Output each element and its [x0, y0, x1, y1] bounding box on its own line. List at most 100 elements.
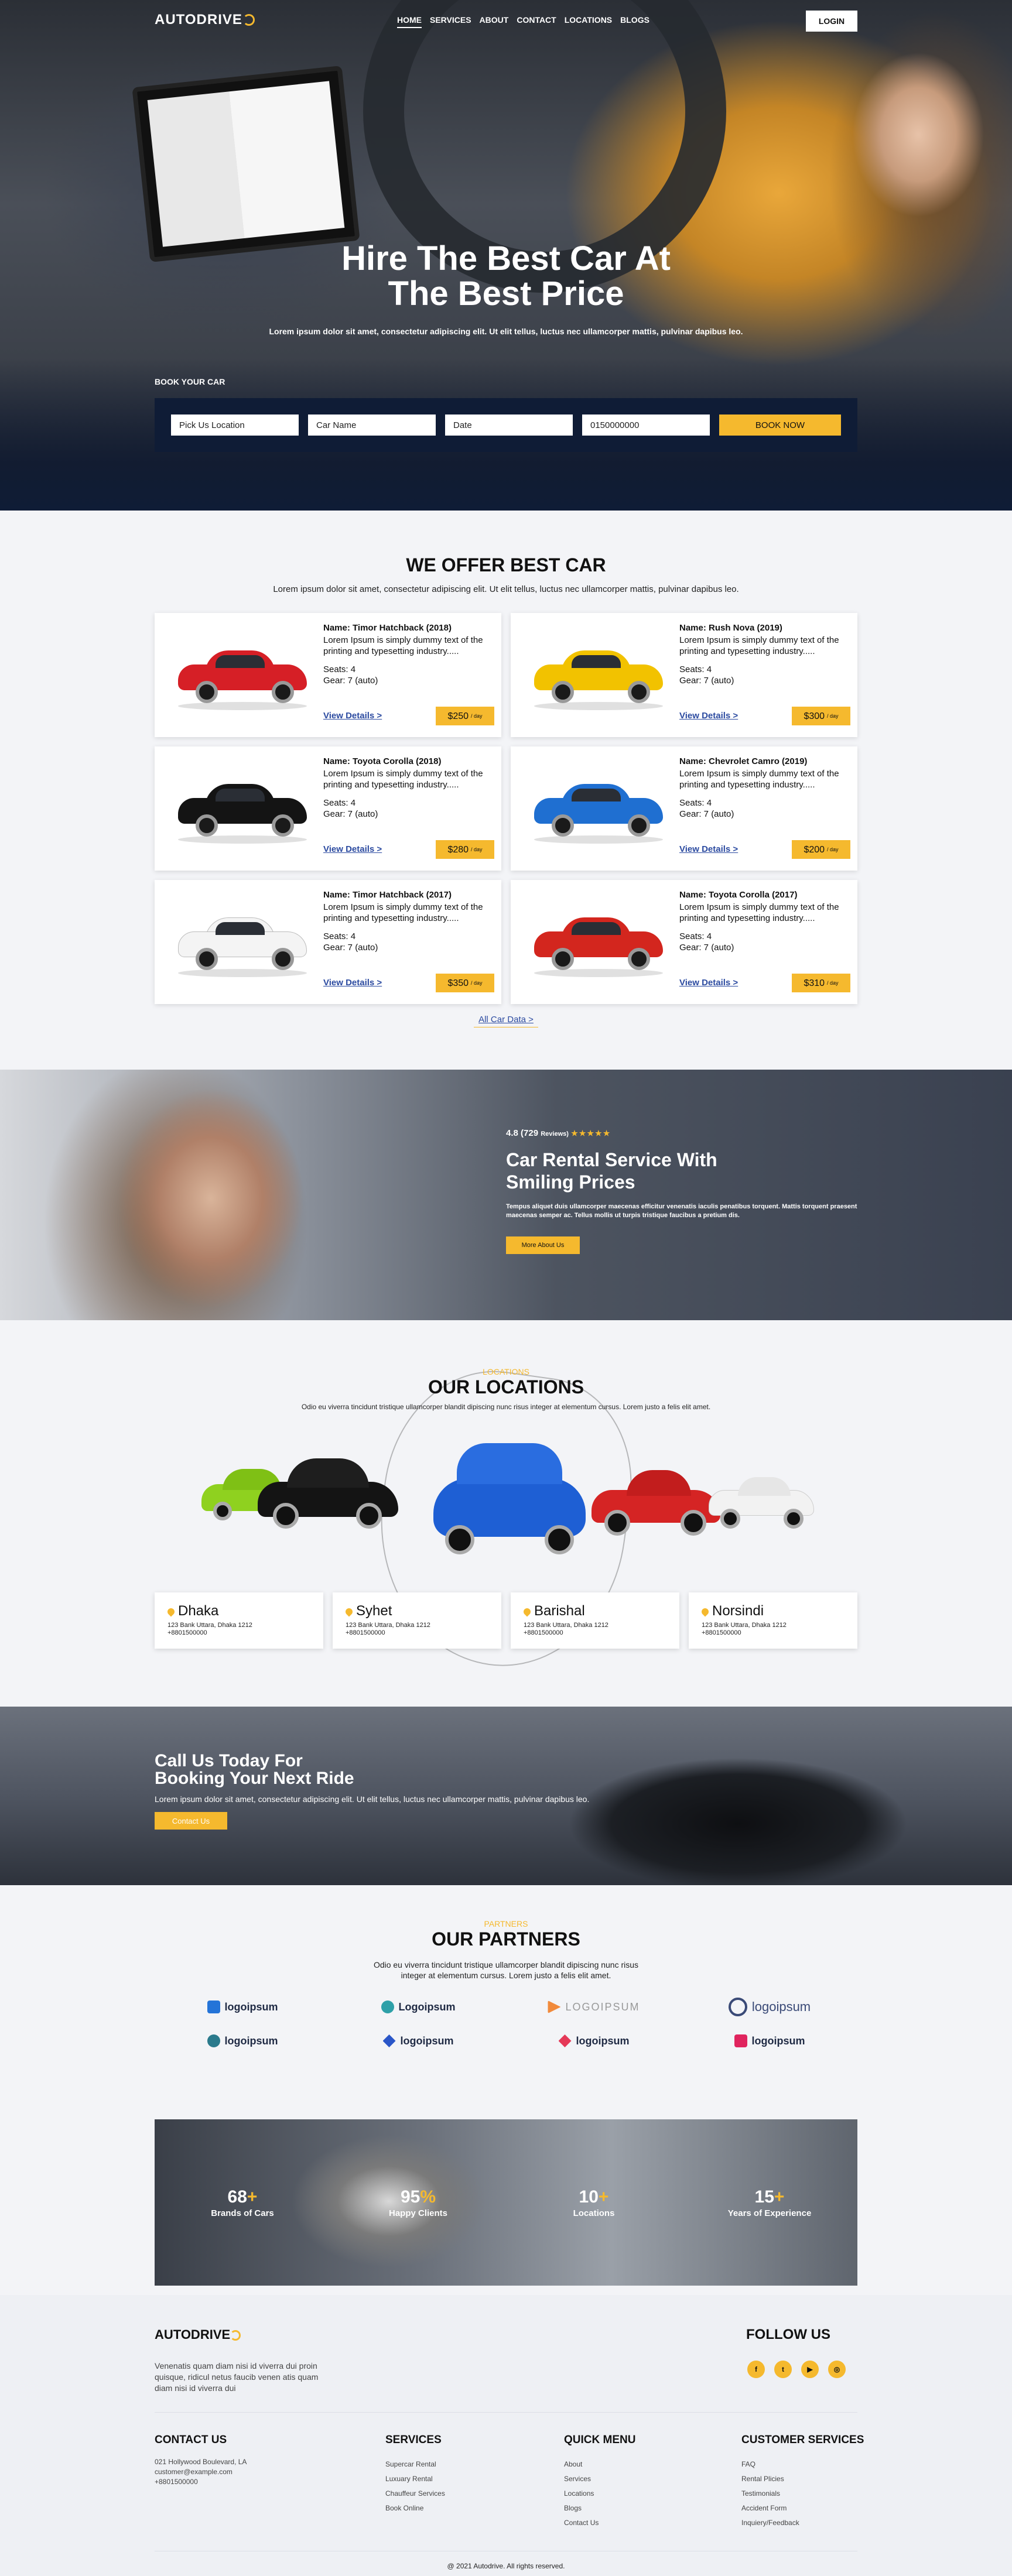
follow-title: FOLLOW US [746, 2327, 830, 2342]
location-pin-icon [344, 1606, 354, 1617]
locations-title: OUR LOCATIONS [428, 1376, 584, 1397]
instagram-icon[interactable]: ◎ [828, 2361, 846, 2378]
contact-address: 021 Hollywood Boulevard, LA [155, 2458, 247, 2466]
location-card[interactable]: Dhaka 123 Bank Uttara, Dhaka 1212 +8801500… [155, 1592, 323, 1649]
footer-link[interactable]: Rental Plicies [741, 2472, 864, 2486]
contact-phone[interactable]: +8801500000 [155, 2477, 247, 2487]
nav-about[interactable]: ABOUT [480, 15, 509, 28]
car-card[interactable]: Name: Toyota Corolla (2018) Lorem Ipsum i… [155, 746, 501, 871]
footer-link[interactable]: Testimonials [741, 2486, 864, 2501]
youtube-icon[interactable]: ▶ [801, 2361, 819, 2378]
all-car-data-link[interactable]: All Car Data > [474, 1015, 538, 1027]
car-info: Name: Toyota Corolla (2017) Lorem Ipsum i… [679, 880, 857, 1004]
view-details-link[interactable]: View Details > [679, 710, 738, 721]
partner-logo[interactable]: logoipsum [682, 1998, 857, 2016]
car-card[interactable]: Name: Timor Hatchback (2017) Lorem Ipsum … [155, 880, 501, 1004]
footer-link[interactable]: Chauffeur Services [385, 2486, 445, 2501]
view-details-link[interactable]: View Details > [323, 844, 382, 855]
location-city: Dhaka [166, 1603, 310, 1619]
partner-logo[interactable]: logoipsum [682, 2032, 857, 2050]
footer-link[interactable]: Inquiery/Feedback [741, 2516, 864, 2530]
nav-menu: HOME SERVICES ABOUT CONTACT LOCATIONS BL… [397, 15, 649, 28]
footer-logo[interactable]: AUTODRIVE [155, 2327, 241, 2342]
footer-link[interactable]: Accident Form [741, 2501, 864, 2516]
partner-logo[interactable]: logoipsum [155, 1998, 330, 2016]
location-phone: +8801500000 [702, 1629, 741, 1636]
contact-us-button[interactable]: Contact Us [155, 1812, 227, 1830]
call-title-line1: Call Us Today For [155, 1751, 303, 1770]
car-gear: Gear: 7 (auto) [323, 943, 378, 953]
stat-locations: 10+ Locations [573, 2187, 615, 2218]
partners-subtitle-line1: Odio eu viverra tincidunt tristique ulla… [373, 1960, 639, 1969]
site-logo[interactable]: AUTODRIVE [155, 12, 255, 28]
logo-d-icon [734, 2034, 747, 2047]
nav-services[interactable]: SERVICES [430, 15, 471, 28]
footer-link[interactable]: Services [564, 2472, 635, 2486]
call-title: Call Us Today For Booking Your Next Ride [155, 1752, 589, 1787]
view-details-link[interactable]: View Details > [323, 977, 382, 988]
service-text: Tempus aliquet duis ullamcorper maecenas… [506, 1203, 857, 1219]
location-card[interactable]: Norsindi 123 Bank Uttara, Dhaka 1212 +8801… [689, 1592, 857, 1649]
car-card[interactable]: Name: Rush Nova (2019) Lorem Ipsum is sim… [511, 613, 857, 737]
offer-subtitle: Lorem ipsum dolor sit amet, consectetur … [273, 584, 739, 594]
hero-subtitle: Lorem ipsum dolor sit amet, consectetur … [269, 327, 743, 336]
partner-logo[interactable]: logoipsum [155, 2032, 330, 2050]
nav-blogs[interactable]: BLOGS [620, 15, 649, 28]
star-rating-icon: ★★★★★ [571, 1129, 611, 1138]
partner-logo[interactable]: logoipsum [330, 2032, 506, 2050]
facebook-icon[interactable]: f [747, 2361, 765, 2378]
nav-contact[interactable]: CONTACT [517, 15, 556, 28]
login-button[interactable]: LOGIN [806, 11, 857, 32]
view-details-link[interactable]: View Details > [323, 710, 382, 721]
service-title: Car Rental Service With Smiling Prices [506, 1149, 881, 1193]
location-address: 123 Bank Uttara, Dhaka 1212 [346, 1622, 430, 1629]
hero-title-line1: Hire The Best Car At [341, 239, 671, 278]
partner-logo[interactable]: logoipsum [506, 2032, 682, 2050]
hero-title: Hire The Best Car At The Best Price [155, 241, 857, 311]
car-name-input[interactable] [308, 415, 436, 436]
call-text: Lorem ipsum dolor sit amet, consectetur … [155, 1794, 590, 1804]
location-card[interactable]: Barishal 123 Bank Uttara, Dhaka 1212 +8801… [511, 1592, 679, 1649]
book-now-button[interactable]: BOOK NOW [719, 415, 841, 436]
location-card[interactable]: Syhet 123 Bank Uttara, Dhaka 1212 +8801500… [333, 1592, 501, 1649]
phone-input[interactable] [582, 415, 710, 436]
service-content: 4.8 (729 Reviews) ★★★★★ Car Rental Servi… [506, 1128, 881, 1254]
view-details-link[interactable]: View Details > [679, 844, 738, 855]
location-pin-icon [166, 1606, 176, 1617]
footer-link[interactable]: Book Online [385, 2501, 445, 2516]
partner-logos: logoipsum Logoipsum LOGOIPSUM logoipsum … [155, 1998, 857, 2050]
partner-logo[interactable]: LOGOIPSUM [506, 1998, 682, 2016]
car-seats: Seats: 4 [679, 931, 712, 941]
footer-link[interactable]: Luxuary Rental [385, 2472, 445, 2486]
car-name: Name: Rush Nova (2019) [679, 623, 782, 633]
car-card[interactable]: Name: Toyota Corolla (2017) Lorem Ipsum i… [511, 880, 857, 1004]
car-card[interactable]: Name: Timor Hatchback (2018) Lorem Ipsum … [155, 613, 501, 737]
contact-email[interactable]: customer@example.com [155, 2467, 247, 2477]
location-pin-icon [700, 1606, 710, 1617]
footer-link[interactable]: FAQ [741, 2457, 864, 2472]
nav-home[interactable]: HOME [397, 15, 422, 28]
footer-link[interactable]: Locations [564, 2486, 635, 2501]
twitter-icon[interactable]: t [774, 2361, 792, 2378]
partner-logo[interactable]: Logoipsum [330, 1998, 506, 2016]
location-phone: +8801500000 [524, 1629, 563, 1636]
car-name: Name: Chevrolet Camro (2019) [679, 756, 808, 766]
more-about-button[interactable]: More About Us [506, 1236, 580, 1254]
nav-locations[interactable]: LOCATIONS [565, 15, 612, 28]
car-seats: Seats: 4 [323, 798, 356, 808]
view-details-link[interactable]: View Details > [679, 977, 738, 988]
car-card[interactable]: Name: Chevrolet Camro (2019) Lorem Ipsum … [511, 746, 857, 871]
date-input[interactable] [445, 415, 573, 436]
car-name: Name: Toyota Corolla (2017) [679, 890, 798, 900]
location-pin-icon [522, 1606, 532, 1617]
pickup-location-input[interactable] [171, 415, 299, 436]
footer-link[interactable]: Contact Us [564, 2516, 635, 2530]
footer-link[interactable]: About [564, 2457, 635, 2472]
footer-link[interactable]: Supercar Rental [385, 2457, 445, 2472]
logo-square-icon [207, 2000, 220, 2013]
copyright: @ 2021 Autodrive. All rights reserved. [447, 2562, 565, 2570]
footer-link[interactable]: Blogs [564, 2501, 635, 2516]
customer-services-title: CUSTOMER SERVICES [741, 2434, 864, 2446]
call-title-line2: Booking Your Next Ride [155, 1769, 354, 1788]
book-label: BOOK YOUR CAR [155, 377, 225, 386]
